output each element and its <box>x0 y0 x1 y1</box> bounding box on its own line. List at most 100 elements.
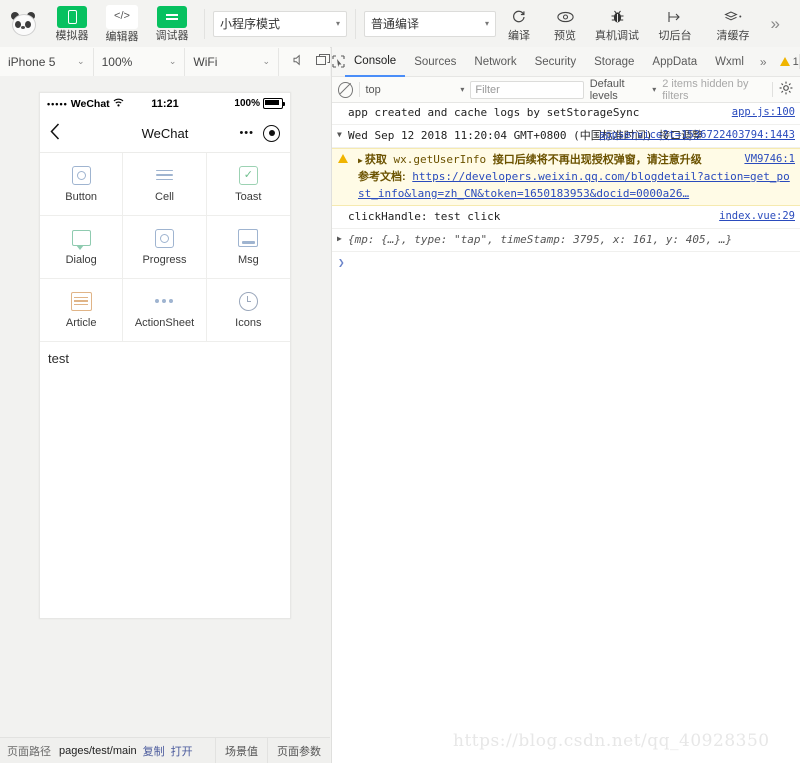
tabs-overflow-button[interactable]: » <box>753 55 774 69</box>
capsule-more-icon[interactable]: ••• <box>239 127 254 139</box>
network-value: WiFi <box>193 54 218 69</box>
compile-type-select[interactable]: 普通编译 ▾ <box>364 10 496 37</box>
device-model-select[interactable]: iPhone 5 ⌄ <box>0 47 94 76</box>
tab-appdata[interactable]: AppData <box>643 48 706 76</box>
switch-background-button[interactable]: 切后台 <box>646 6 704 42</box>
target-icon[interactable] <box>263 124 280 142</box>
console-entry-source[interactable]: app.js:100 <box>732 105 795 120</box>
tab-console[interactable]: Console <box>345 47 406 77</box>
console-entry[interactable]: ▼ Wed Sep 12 2018 11:20:04 GMT+0800 (中国标… <box>332 125 800 148</box>
console-warning-entry[interactable]: ▶ 获取 wx.getUserInfo 接口后续将不再出现授权弹窗，请注意升级 V… <box>332 147 800 206</box>
open-path-button[interactable]: 打开 <box>171 743 193 759</box>
console-filter-input[interactable]: Filter <box>470 80 584 99</box>
page-path-value: pages/test/main <box>59 744 137 757</box>
tab-sources[interactable]: Sources <box>405 48 465 76</box>
chevron-down-icon: ▾ <box>335 19 340 28</box>
toggle-debugger-label: 调试器 <box>155 29 189 42</box>
capsule-buttons: ••• <box>239 124 280 142</box>
check-square-icon: ✓ <box>238 165 258 185</box>
hidden-items-info: 2 items hidden by filters <box>662 77 749 102</box>
debugger-icon <box>157 5 187 28</box>
grid-item-dialog[interactable]: Dialog <box>40 216 124 279</box>
console-entry[interactable]: app created and cache logs by setStorage… <box>332 102 800 125</box>
mute-icon[interactable] <box>293 54 306 69</box>
rounded-square-ring-icon <box>71 165 91 185</box>
toggle-editor-button[interactable]: </> 编辑器 <box>98 4 146 43</box>
three-dots-icon <box>155 292 174 311</box>
grid-item-label: Progress <box>142 253 187 266</box>
tab-security[interactable]: Security <box>526 48 586 76</box>
grid-item-progress[interactable]: Progress <box>123 216 207 279</box>
execution-context-value: top <box>365 83 381 96</box>
real-device-debug-button[interactable]: 真机调试 <box>588 6 646 42</box>
clear-console-icon[interactable] <box>338 81 353 98</box>
warning-doc-label: 参考文档: <box>358 170 406 183</box>
simulator-area: ••••• WeChat 11:21 100% WeChat ••• Butto… <box>0 76 330 738</box>
chevron-down-icon: ▾ <box>484 19 489 28</box>
background-icon <box>667 6 683 28</box>
clear-cache-label: 清缓存 <box>716 29 750 42</box>
tab-wxml[interactable]: Wxml <box>706 48 753 76</box>
document-icon <box>70 291 92 311</box>
tab-storage[interactable]: Storage <box>585 48 643 76</box>
grid-item-button[interactable]: Button <box>40 153 124 216</box>
grid-item-msg[interactable]: Msg <box>206 216 290 279</box>
phone-nav-bar: WeChat ••• <box>40 114 290 153</box>
page-path-label: 页面路径 <box>7 745 51 758</box>
toggle-simulator-button[interactable]: 模拟器 <box>48 5 96 42</box>
device-bar: iPhone 5 ⌄ 100% ⌄ WiFi ⌄ <box>0 47 331 77</box>
grid-item-cell[interactable]: Cell <box>123 153 207 216</box>
warning-doc-link[interactable]: https://developers.weixin.qq.com/blogdet… <box>358 170 790 200</box>
watermark: https://blog.csdn.net/qq_40928350 <box>453 731 770 751</box>
toolbar-divider-1 <box>204 8 205 39</box>
chevron-down-icon: ⌄ <box>168 56 177 66</box>
expand-arrow-icon[interactable]: ▼ <box>337 129 342 141</box>
switch-background-label: 切后台 <box>658 29 692 42</box>
expand-arrow-icon[interactable]: ▶ <box>337 233 342 245</box>
console-entry-source[interactable]: appservice?t=1536722403794:1443 <box>599 128 795 143</box>
compile-mode-select[interactable]: 小程序模式 ▾ <box>213 10 347 37</box>
warning-badge[interactable]: 1 <box>779 56 799 68</box>
copy-path-button[interactable]: 复制 <box>143 743 165 759</box>
network-select[interactable]: WiFi ⌄ <box>185 47 280 76</box>
warning-suffix: 接口后续将不再出现授权弹窗，请注意升级 <box>492 153 702 166</box>
page-body-text: test <box>48 351 69 366</box>
console-prompt[interactable]: ❯ <box>332 252 800 269</box>
inspect-cursor-icon[interactable] <box>332 55 345 68</box>
rounded-square-ring-icon <box>154 228 174 248</box>
console-object-entry[interactable]: ▶ {mp: {…}, type: "tap", timeStamp: 3795… <box>332 229 800 252</box>
zoom-select[interactable]: 100% ⌄ <box>94 47 186 76</box>
status-bar-right: 100% <box>179 98 285 109</box>
compile-button[interactable]: 编译 <box>496 6 542 42</box>
detach-icon[interactable] <box>316 54 331 69</box>
tab-network[interactable]: Network <box>465 48 525 76</box>
preview-button[interactable]: 预览 <box>542 6 588 42</box>
console-entry-source[interactable]: VM9746:1 <box>744 152 795 167</box>
prompt-chevron-icon: ❯ <box>338 255 345 269</box>
clear-cache-button[interactable]: 清缓存 <box>704 6 762 42</box>
back-chevron-icon[interactable] <box>50 122 80 144</box>
toggle-debugger-button[interactable]: 调试器 <box>148 5 196 42</box>
eye-icon <box>556 6 574 28</box>
grid-item-label: Cell <box>155 190 174 203</box>
scene-value-button[interactable]: 场景值 <box>215 738 267 763</box>
chevron-down-icon: ⌄ <box>262 56 271 66</box>
toolbar-overflow-button[interactable]: » <box>771 14 800 34</box>
code-icon: </> <box>106 4 138 29</box>
page-params-button[interactable]: 页面参数 <box>267 738 330 763</box>
grid-item-icons[interactable]: Icons <box>206 279 290 342</box>
console-entry[interactable]: clickHandle: test click index.vue:29 <box>332 206 800 229</box>
preview-label: 预览 <box>554 29 576 42</box>
log-levels-select[interactable]: Default levels ▾ <box>590 78 657 102</box>
console-output[interactable]: app created and cache logs by setStorage… <box>332 102 800 763</box>
execution-context-select[interactable]: top ▾ <box>365 84 464 96</box>
chevron-down-icon: ▾ <box>460 85 465 94</box>
expand-arrow-icon[interactable]: ▶ <box>358 156 363 165</box>
grid-item-article[interactable]: Article <box>40 279 124 342</box>
warning-triangle-icon <box>779 57 790 66</box>
console-entry-source[interactable]: index.vue:29 <box>719 209 795 224</box>
grid-item-toast[interactable]: ✓ Toast <box>206 153 290 216</box>
grid-item-actionsheet[interactable]: ActionSheet <box>123 279 207 342</box>
gear-icon[interactable] <box>779 81 795 98</box>
compile-type-value: 普通编译 <box>371 17 420 31</box>
